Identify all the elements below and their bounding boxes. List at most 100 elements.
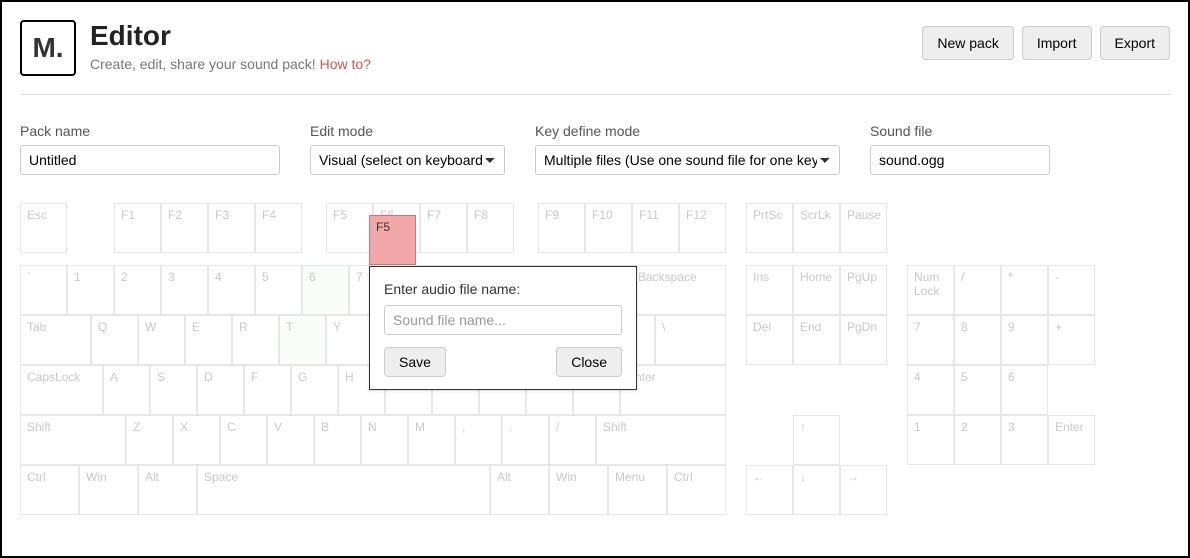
key-1[interactable]: 1 (67, 265, 114, 315)
key-f5-selected[interactable]: F5 (369, 215, 416, 265)
sound-file-input[interactable] (870, 145, 1050, 175)
key-home[interactable]: Home (793, 265, 840, 315)
key-menu[interactable]: Menu (608, 465, 667, 515)
key-v[interactable]: V (267, 415, 314, 465)
key-e[interactable]: E (185, 315, 232, 365)
key-n[interactable]: N (361, 415, 408, 465)
key-nummul[interactable]: * (1001, 265, 1048, 315)
key-x[interactable]: X (173, 415, 220, 465)
edit-mode-label: Edit mode (310, 123, 505, 139)
export-button[interactable]: Export (1100, 26, 1170, 60)
key-rshift[interactable]: Shift (596, 415, 726, 465)
key-w[interactable]: W (138, 315, 185, 365)
key-a[interactable]: A (103, 365, 150, 415)
key-rwin[interactable]: Win (549, 465, 608, 515)
key-lalt[interactable]: Alt (138, 465, 197, 515)
key-f4[interactable]: F4 (255, 203, 302, 253)
edit-mode-select[interactable]: Visual (select on keyboard) (310, 145, 505, 175)
key-numlock[interactable]: Num Lock (907, 265, 954, 315)
key-numadd[interactable]: + (1048, 315, 1095, 365)
key-capslock[interactable]: CapsLock (20, 365, 103, 415)
key-scrlk[interactable]: ScrLk (793, 203, 840, 253)
pack-name-input[interactable] (20, 145, 280, 175)
key-f[interactable]: F (244, 365, 291, 415)
key-comma[interactable]: , (455, 415, 502, 465)
key-lwin[interactable]: Win (79, 465, 138, 515)
key-numdiv[interactable]: / (954, 265, 1001, 315)
key-define-mode-select[interactable]: Multiple files (Use one sound file for o… (535, 145, 840, 175)
key-pgdn[interactable]: PgDn (840, 315, 887, 365)
key-b[interactable]: B (314, 415, 361, 465)
key-up[interactable]: ↑ (793, 415, 840, 465)
sound-file-name-input[interactable] (384, 305, 622, 335)
key-end[interactable]: End (793, 315, 840, 365)
key-3[interactable]: 3 (161, 265, 208, 315)
key-f3[interactable]: F3 (208, 203, 255, 253)
key-num4[interactable]: 4 (907, 365, 954, 415)
key-num7[interactable]: 7 (907, 315, 954, 365)
key-g[interactable]: G (291, 365, 338, 415)
key-f8[interactable]: F8 (467, 203, 514, 253)
key-c[interactable]: C (220, 415, 267, 465)
key-5[interactable]: 5 (255, 265, 302, 315)
key-num6[interactable]: 6 (1001, 365, 1048, 415)
key-lshift[interactable]: Shift (20, 415, 126, 465)
key-d[interactable]: D (197, 365, 244, 415)
new-pack-button[interactable]: New pack (922, 26, 1013, 60)
key-4[interactable]: 4 (208, 265, 255, 315)
key-esc[interactable]: Esc (20, 203, 67, 253)
key-num1[interactable]: 1 (907, 415, 954, 465)
key-f10[interactable]: F10 (585, 203, 632, 253)
key-num9[interactable]: 9 (1001, 315, 1048, 365)
key-6[interactable]: 6 (302, 265, 349, 315)
key-2[interactable]: 2 (114, 265, 161, 315)
key-t[interactable]: T (279, 315, 326, 365)
key-backtick[interactable]: ` (20, 265, 67, 315)
key-pause[interactable]: Pause (840, 203, 887, 253)
key-f11[interactable]: F11 (632, 203, 679, 253)
close-button[interactable]: Close (556, 347, 622, 377)
key-lctrl[interactable]: Ctrl (20, 465, 79, 515)
key-prtsc[interactable]: PrtSc (746, 203, 793, 253)
key-f2[interactable]: F2 (161, 203, 208, 253)
key-pgup[interactable]: PgUp (840, 265, 887, 315)
key-numsub[interactable]: - (1048, 265, 1095, 315)
key-num3[interactable]: 3 (1001, 415, 1048, 465)
key-f1[interactable]: F1 (114, 203, 161, 253)
key-del[interactable]: Del (746, 315, 793, 365)
popup-prompt: Enter audio file name: (384, 281, 622, 297)
key-num8[interactable]: 8 (954, 315, 1001, 365)
key-ralt[interactable]: Alt (490, 465, 549, 515)
pack-name-label: Pack name (20, 123, 280, 139)
how-to-link[interactable]: How to? (320, 56, 371, 72)
key-left[interactable]: ← (746, 465, 793, 515)
key-r[interactable]: R (232, 315, 279, 365)
key-num5[interactable]: 5 (954, 365, 1001, 415)
key-ins[interactable]: Ins (746, 265, 793, 315)
import-button[interactable]: Import (1022, 26, 1092, 60)
key-num2[interactable]: 2 (954, 415, 1001, 465)
key-slash[interactable]: / (549, 415, 596, 465)
key-numenter[interactable]: Enter (1048, 415, 1095, 465)
logo: M. (20, 20, 76, 76)
key-right[interactable]: → (840, 465, 887, 515)
key-f9[interactable]: F9 (538, 203, 585, 253)
save-button[interactable]: Save (384, 347, 446, 377)
key-space[interactable]: Space (197, 465, 490, 515)
audio-file-popup: Enter audio file name: Save Close (369, 266, 637, 390)
pack-name-field: Pack name (20, 123, 280, 175)
key-rctrl[interactable]: Ctrl (667, 465, 726, 515)
key-s[interactable]: S (150, 365, 197, 415)
key-f7[interactable]: F7 (420, 203, 467, 253)
key-backslash[interactable]: \ (655, 315, 726, 365)
key-down[interactable]: ↓ (793, 465, 840, 515)
key-period[interactable]: . (502, 415, 549, 465)
key-tab[interactable]: Tab (20, 315, 91, 365)
key-f5[interactable]: F5 (326, 203, 373, 253)
key-m[interactable]: M (408, 415, 455, 465)
key-q[interactable]: Q (91, 315, 138, 365)
key-y[interactable]: Y (326, 315, 373, 365)
key-f12[interactable]: F12 (679, 203, 726, 253)
key-z[interactable]: Z (126, 415, 173, 465)
key-backspace[interactable]: Backspace (631, 265, 726, 315)
